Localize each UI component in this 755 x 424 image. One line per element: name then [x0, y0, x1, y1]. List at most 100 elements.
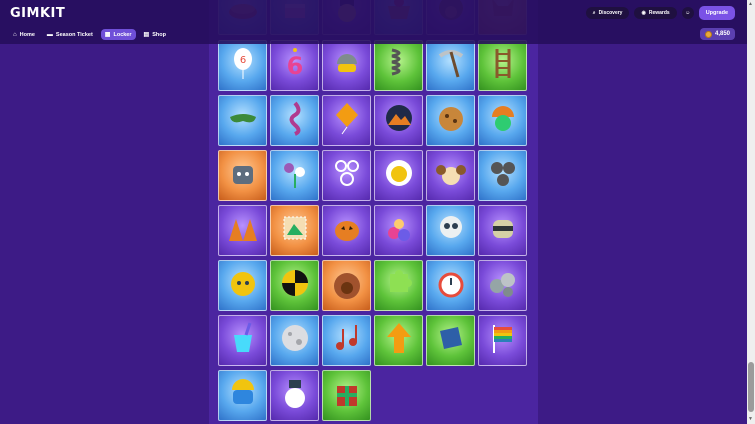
locker-item[interactable]: [478, 40, 527, 91]
locker-item[interactable]: [478, 150, 527, 201]
locker-item[interactable]: [322, 370, 371, 421]
pickaxe-icon: [432, 44, 470, 87]
profile-button[interactable]: ☺: [681, 7, 694, 19]
locker-item[interactable]: [426, 315, 475, 366]
locker-item[interactable]: [478, 205, 527, 256]
music-notes-icon: [328, 319, 366, 362]
locker-item[interactable]: [218, 205, 267, 256]
locker-item[interactable]: [478, 95, 527, 146]
smoke-puffs-icon: [484, 154, 522, 197]
locker-item[interactable]: [374, 95, 423, 146]
locker-item[interactable]: [426, 40, 475, 91]
book-icon: [432, 319, 470, 362]
locker-item[interactable]: [374, 205, 423, 256]
nav-home[interactable]: ⌂ Home: [9, 29, 39, 40]
locker-item[interactable]: [322, 260, 371, 311]
rewards-icon: ◉: [641, 10, 646, 16]
locker-item[interactable]: [322, 95, 371, 146]
coin-icon: [704, 30, 712, 38]
helmet-gim-icon: [484, 99, 522, 142]
rewards-button[interactable]: ◉ Rewards: [634, 7, 677, 19]
main-nav: ⌂ Home ▬ Season Ticket ▦ Locker ▤ Shop: [9, 29, 170, 40]
tents-icon: [224, 209, 262, 252]
nav-season-ticket-label: Season Ticket: [55, 31, 93, 38]
mummy-gim-icon: [484, 209, 522, 252]
locker-item[interactable]: [322, 150, 371, 201]
kite-icon: [328, 99, 366, 142]
turkey-feathers-icon: [328, 264, 366, 307]
locker-item[interactable]: [270, 95, 319, 146]
locker-item[interactable]: [322, 205, 371, 256]
crash-test-icon: [276, 264, 314, 307]
locker-item[interactable]: [270, 205, 319, 256]
locker-icon: ▦: [104, 31, 111, 38]
locker-item[interactable]: [374, 150, 423, 201]
bubbles-icon: [328, 154, 366, 197]
rope-icon: [276, 99, 314, 142]
map-stamp-icon: [276, 209, 314, 252]
candle-six-icon: 6: [276, 44, 314, 87]
locker-item[interactable]: [218, 260, 267, 311]
locker-item[interactable]: [270, 150, 319, 201]
locker-item[interactable]: [426, 150, 475, 201]
locker-item[interactable]: 6: [270, 40, 319, 91]
nav-season-ticket[interactable]: ▬ Season Ticket: [43, 29, 97, 40]
locker-item[interactable]: [426, 95, 475, 146]
locker-item[interactable]: [218, 150, 267, 201]
locker-item[interactable]: 6: [218, 40, 267, 91]
locker-item[interactable]: [322, 40, 371, 91]
spring-icon: [380, 44, 418, 87]
nav-locker-label: Locker: [113, 31, 132, 38]
robot-gim-icon: [224, 154, 262, 197]
sleep-mask-icon: [224, 99, 262, 142]
nav-shop[interactable]: ▤ Shop: [140, 29, 170, 40]
locker-item[interactable]: [270, 315, 319, 366]
jack-o-lantern-icon: [328, 209, 366, 252]
locker-item[interactable]: [374, 260, 423, 311]
cookie-icon: [432, 99, 470, 142]
alarm-clock-icon: [432, 264, 470, 307]
gim-helmet-icon: [328, 44, 366, 87]
rocks-icon: [484, 264, 522, 307]
svg-text:6: 6: [286, 52, 303, 80]
shop-icon: ▤: [143, 31, 150, 38]
ticket-icon: ▬: [46, 31, 53, 38]
locker-item[interactable]: [478, 315, 527, 366]
up-arrow-icon: [380, 319, 418, 362]
locker-item[interactable]: [426, 260, 475, 311]
scroll-thumb[interactable]: [748, 362, 754, 412]
top-bar: GIMKIT ⌂ Home ▬ Season Ticket ▦ Locker ▤…: [0, 0, 747, 44]
construction-gim-icon: [224, 374, 262, 417]
paint-bucket-icon: [224, 319, 262, 362]
scroll-up-icon[interactable]: ▲: [748, 2, 753, 7]
locker-item[interactable]: [374, 315, 423, 366]
discovery-button[interactable]: ⌕ Discovery: [585, 7, 630, 19]
locker-grid: 66: [218, 0, 530, 424]
svg-text:6: 6: [239, 55, 245, 66]
discovery-label: Discovery: [598, 10, 623, 16]
locker-item[interactable]: [270, 370, 319, 421]
user-icon: ☺: [685, 10, 691, 16]
nav-locker[interactable]: ▦ Locker: [100, 29, 136, 40]
ram-gim-icon: [432, 154, 470, 197]
locker-item[interactable]: [218, 315, 267, 366]
currency-display[interactable]: 4,850: [699, 28, 735, 40]
flower-bouquet-icon: [276, 154, 314, 197]
rainbow-flag-icon: [484, 319, 522, 362]
locker-item[interactable]: [374, 40, 423, 91]
moon-icon: [276, 319, 314, 362]
gift-box-icon: [328, 374, 366, 417]
locker-item[interactable]: [478, 260, 527, 311]
ladder-icon: [484, 44, 522, 87]
locker-item[interactable]: [426, 205, 475, 256]
scroll-down-icon[interactable]: ▼: [748, 417, 753, 422]
locker-item[interactable]: [218, 370, 267, 421]
skull-gim-icon: [432, 209, 470, 252]
balloon-six-icon: 6: [224, 44, 262, 87]
upgrade-button[interactable]: Upgrade: [698, 6, 735, 20]
locker-item[interactable]: [218, 95, 267, 146]
locker-item[interactable]: [322, 315, 371, 366]
locker-item[interactable]: [270, 260, 319, 311]
gimkit-logo[interactable]: GIMKIT: [10, 6, 65, 21]
page-scrollbar[interactable]: ▲ ▼: [747, 0, 755, 424]
